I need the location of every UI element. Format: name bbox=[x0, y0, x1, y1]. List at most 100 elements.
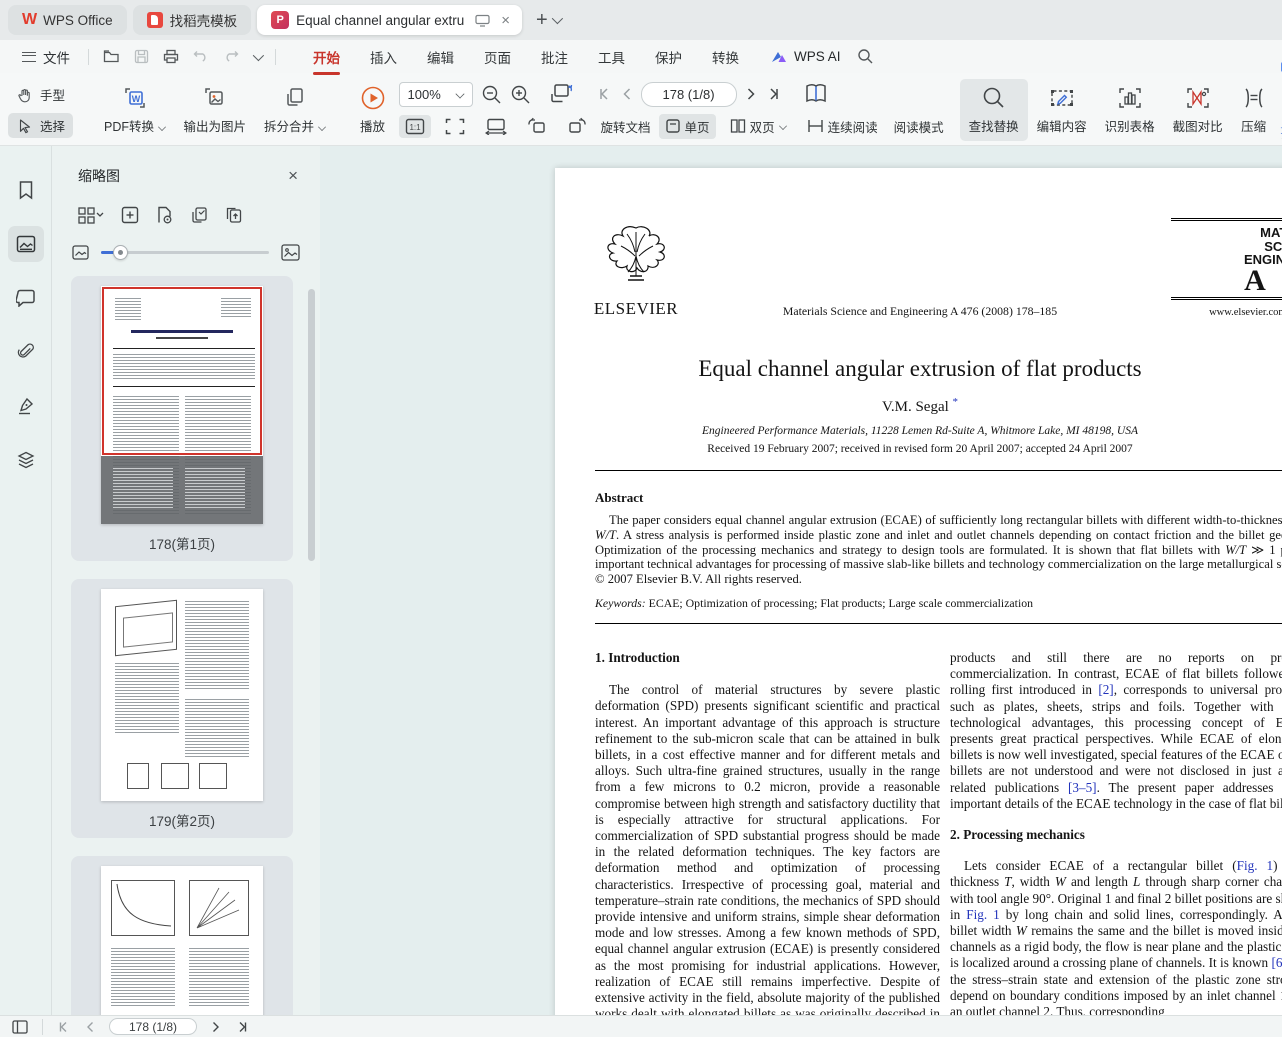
menu-item-protect[interactable]: 保护 bbox=[640, 41, 697, 73]
play-button[interactable]: 播放 bbox=[351, 79, 395, 141]
add-page-icon[interactable] bbox=[121, 206, 139, 224]
print-icon[interactable] bbox=[163, 49, 179, 64]
menu-item-edit[interactable]: 编辑 bbox=[412, 41, 469, 73]
double-page-button[interactable]: 双页 bbox=[724, 114, 793, 139]
search-icon[interactable] bbox=[857, 48, 874, 65]
tab-list-chevron-icon[interactable] bbox=[551, 12, 563, 25]
thumbnail-card-page1[interactable]: 178(第1页) bbox=[71, 276, 293, 561]
menu-item-home[interactable]: 开始 bbox=[298, 41, 355, 75]
chevron-down-icon bbox=[455, 89, 465, 99]
document-view[interactable]: ELSEVIER Materials Science and Engineeri… bbox=[320, 146, 1282, 1015]
bookmarks-panel-button[interactable] bbox=[8, 172, 44, 208]
find-replace-button[interactable]: 查找替换 bbox=[959, 79, 1028, 141]
next-page-icon[interactable] bbox=[211, 1021, 221, 1033]
undo-icon[interactable] bbox=[193, 50, 209, 63]
slider-knob[interactable] bbox=[113, 245, 128, 260]
export-image-button[interactable]: 输出为图片 bbox=[175, 79, 256, 141]
figure-link[interactable]: Fig. 1 bbox=[966, 907, 999, 922]
citation-link[interactable]: [6] bbox=[1271, 955, 1282, 970]
menu-item-convert[interactable]: 转换 bbox=[697, 41, 754, 73]
menu-item-insert[interactable]: 插入 bbox=[355, 41, 412, 73]
compress-icon bbox=[1241, 85, 1267, 111]
large-thumbnail-icon bbox=[281, 244, 300, 261]
zoom-out-icon[interactable] bbox=[481, 84, 502, 105]
tab-docer-templates[interactable]: 找稻壳模板 bbox=[132, 5, 252, 35]
next-page-icon[interactable] bbox=[745, 87, 757, 101]
zoom-select[interactable]: 100% bbox=[398, 81, 473, 107]
fit-page-button[interactable] bbox=[439, 115, 471, 138]
fit-width-button[interactable] bbox=[479, 115, 513, 138]
layers-panel-button[interactable] bbox=[8, 442, 44, 478]
extract-page-icon[interactable] bbox=[156, 206, 173, 224]
pdf-convert-button[interactable]: W PDF转换 bbox=[95, 79, 175, 141]
compress-button[interactable]: 压缩 bbox=[1232, 79, 1276, 141]
small-thumbnail-icon bbox=[72, 245, 89, 260]
rotate-document-icon[interactable] bbox=[549, 82, 577, 106]
hand-icon bbox=[16, 86, 34, 104]
citation-link[interactable]: [2] bbox=[1098, 682, 1113, 697]
monitor-icon[interactable] bbox=[475, 14, 490, 27]
page2-thumbnail bbox=[101, 589, 263, 801]
toggle-sidebar-icon[interactable] bbox=[12, 1019, 28, 1034]
citation-link[interactable]: [3–5] bbox=[1068, 780, 1097, 795]
save-icon[interactable] bbox=[134, 49, 149, 64]
thumbnail-panel-title: 缩略图 bbox=[78, 168, 120, 184]
attachments-panel-button[interactable] bbox=[8, 334, 44, 370]
open-folder-icon[interactable] bbox=[103, 49, 120, 64]
thumbnail-size-slider[interactable] bbox=[101, 245, 269, 260]
single-page-button[interactable]: 单页 bbox=[658, 113, 716, 139]
file-menu-label: 文件 bbox=[43, 50, 70, 66]
first-page-icon[interactable] bbox=[57, 1021, 71, 1033]
first-page-icon[interactable] bbox=[597, 87, 613, 101]
section1-heading: 1. Introduction bbox=[595, 650, 680, 665]
edit-content-button[interactable]: 编辑内容 bbox=[1028, 79, 1096, 141]
prev-page-icon[interactable] bbox=[621, 87, 633, 101]
export-pages-icon[interactable] bbox=[225, 206, 244, 224]
page-number-input[interactable]: 178 (1/8) bbox=[109, 1018, 197, 1035]
menu-item-page[interactable]: 页面 bbox=[469, 41, 526, 73]
thumbnails-panel-button[interactable] bbox=[7, 226, 44, 262]
rotate-right-button[interactable] bbox=[561, 114, 593, 138]
actual-size-button[interactable]: 1:1 bbox=[398, 114, 431, 138]
figure-link[interactable]: Fig. 1 bbox=[1237, 858, 1274, 873]
select-tool-button[interactable]: 选择 bbox=[8, 113, 74, 138]
last-page-icon[interactable] bbox=[765, 87, 781, 101]
recognize-table-button[interactable]: 识别表格 bbox=[1096, 79, 1164, 141]
split-merge-button[interactable]: 拆分合并 bbox=[255, 79, 335, 141]
menu-item-tools[interactable]: 工具 bbox=[583, 41, 640, 73]
redo-icon[interactable] bbox=[223, 50, 239, 63]
read-mode-label[interactable]: 阅读模式 bbox=[894, 117, 944, 136]
thumbnail-card-page3[interactable] bbox=[71, 856, 293, 1015]
tab-label: WPS Office bbox=[43, 12, 113, 28]
zoom-in-icon[interactable] bbox=[510, 84, 531, 105]
copy-page-icon[interactable] bbox=[190, 206, 208, 224]
panel-scrollbar[interactable] bbox=[308, 289, 315, 561]
more-chevron-icon[interactable] bbox=[252, 49, 265, 61]
close-icon[interactable]: × bbox=[497, 12, 514, 29]
wps-ai-button[interactable]: WPS AI bbox=[770, 49, 841, 64]
rotate-left-button[interactable] bbox=[521, 114, 553, 138]
menu-item-comment[interactable]: 批注 bbox=[526, 41, 583, 73]
continuous-read-button[interactable]: 连续阅读 bbox=[801, 114, 884, 139]
last-page-icon[interactable] bbox=[235, 1021, 249, 1033]
hand-tool-button[interactable]: 手型 bbox=[8, 82, 73, 107]
close-icon[interactable]: × bbox=[288, 166, 298, 186]
svg-text:1:1: 1:1 bbox=[409, 123, 421, 132]
edit-content-icon bbox=[1049, 85, 1075, 111]
read-mode-icon[interactable] bbox=[803, 82, 829, 106]
file-menu[interactable]: 文件 bbox=[12, 47, 80, 67]
chevron-down-icon bbox=[778, 122, 787, 130]
tab-wps-office[interactable]: W WPS Office bbox=[8, 5, 127, 35]
prev-page-icon[interactable] bbox=[85, 1021, 95, 1033]
signature-panel-button[interactable] bbox=[8, 388, 44, 424]
screenshot-compare-button[interactable]: 截图对比 bbox=[1164, 79, 1232, 141]
tab-pdf-document[interactable]: P Equal channel angular extru × bbox=[257, 5, 523, 35]
thumbnail-card-page2[interactable]: 179(第2页) bbox=[71, 579, 293, 838]
author-asterisk-link[interactable]: * bbox=[953, 396, 959, 408]
grid-view-icon[interactable] bbox=[78, 206, 104, 224]
comments-panel-button[interactable] bbox=[8, 280, 44, 316]
page-number-input[interactable]: 178 (1/8) bbox=[640, 81, 737, 107]
col2-paragraph: products and still there are no reports … bbox=[950, 650, 1282, 811]
page3-thumbnail bbox=[101, 866, 263, 1015]
new-tab-button[interactable]: + bbox=[536, 9, 548, 32]
